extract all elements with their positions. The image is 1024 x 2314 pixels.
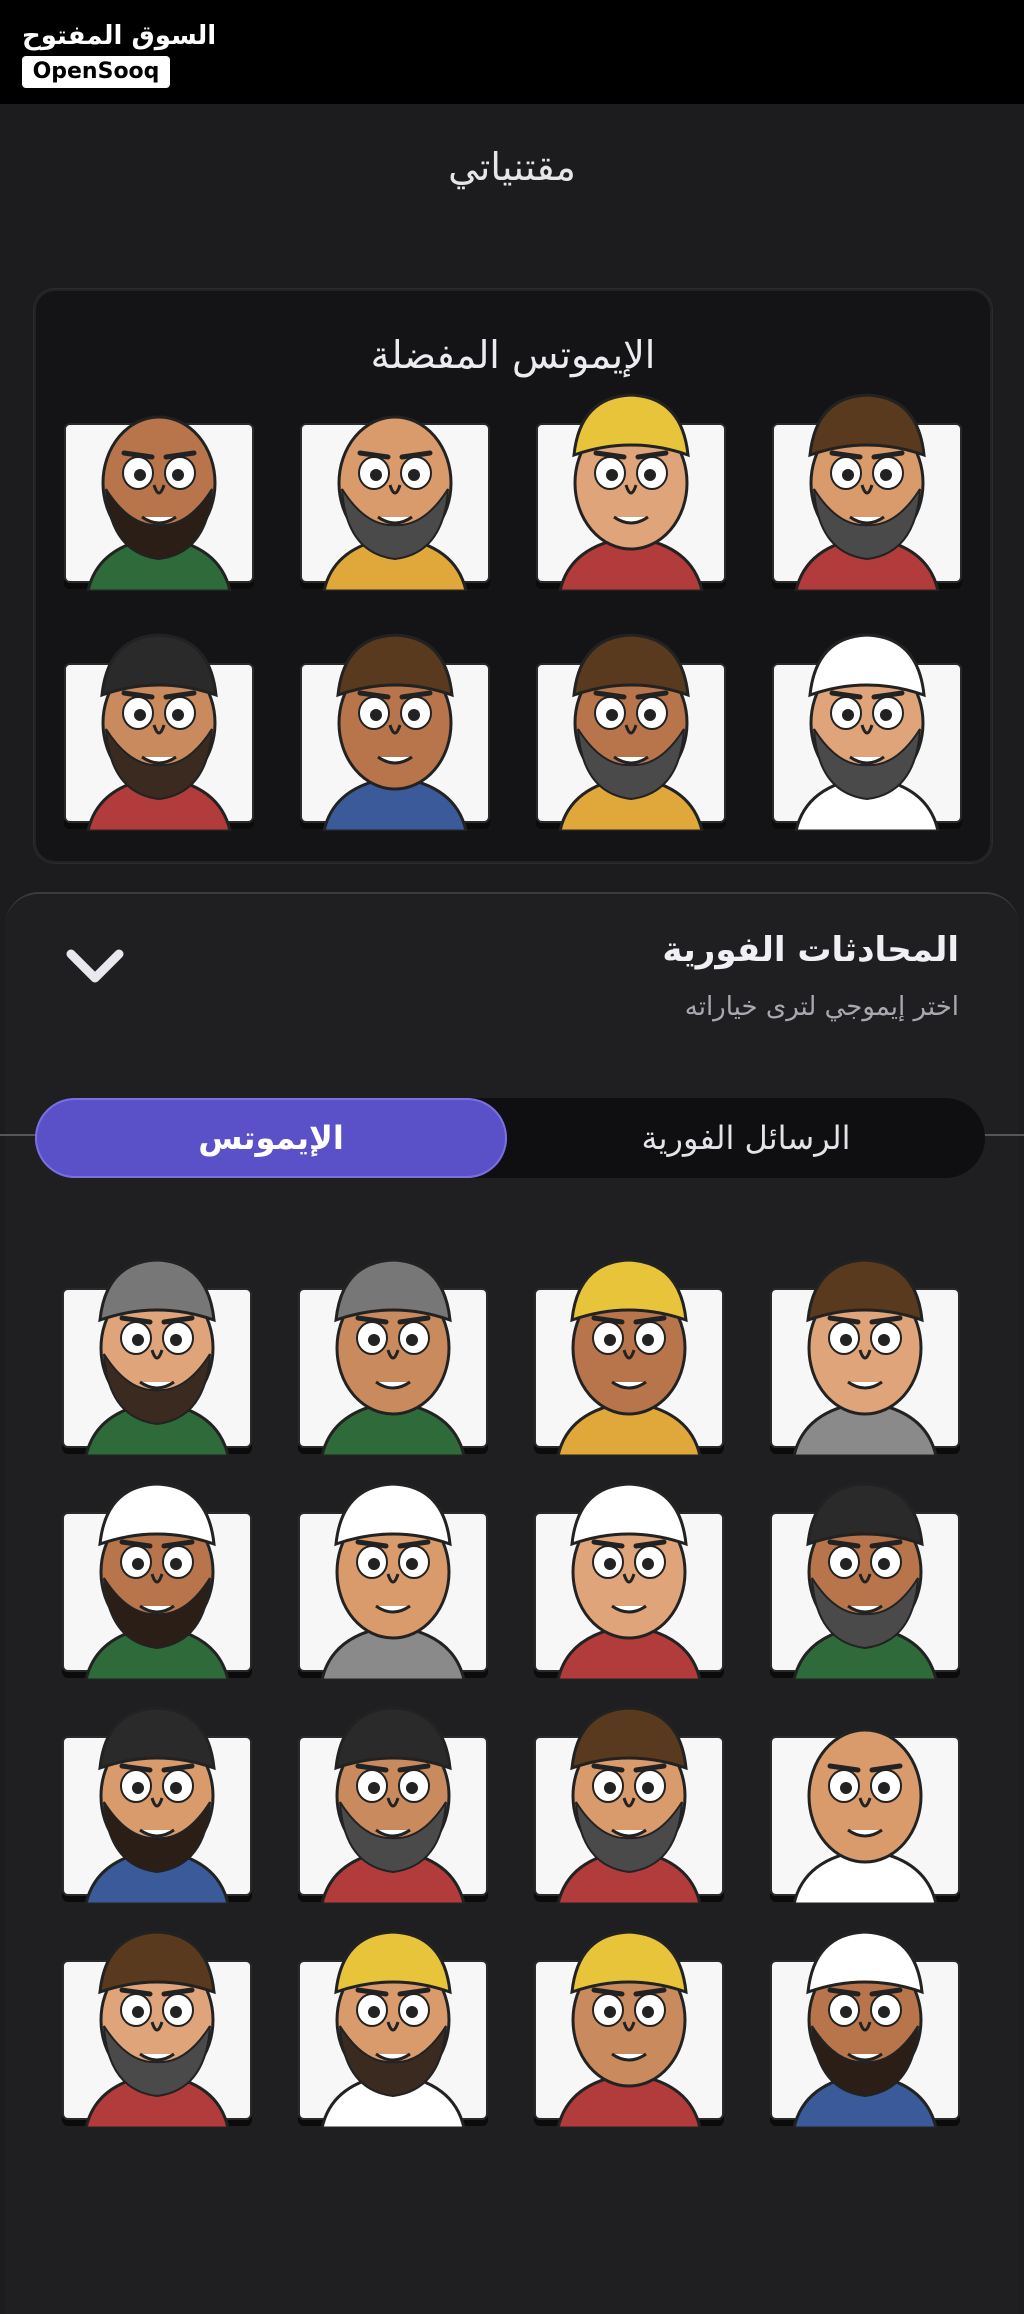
sunglasses-bald-man-icon[interactable] [64, 633, 254, 831]
crying-gulf-man-icon[interactable] [772, 633, 962, 831]
page-title: مقتنياتي [448, 145, 576, 189]
angry-fez-man-icon[interactable] [770, 1482, 960, 1680]
woman-pointing-icon[interactable] [62, 1930, 252, 2128]
megaphone-man-icon[interactable] [536, 633, 726, 831]
sad-gulf-man-icon[interactable] [534, 1930, 724, 2128]
tab-instant-messages[interactable]: الرسائل الفورية [507, 1098, 985, 1178]
favorites-title: الإيموتس المفضلة [370, 333, 656, 377]
tab-switcher: الرسائل الفورية الإيموتس [35, 1098, 985, 1178]
mustache-man-icon[interactable] [300, 415, 490, 591]
tab-emotes[interactable]: الإيموتس [35, 1098, 507, 1178]
green-face-man-icon[interactable] [62, 1258, 252, 1456]
favorites-grid [64, 393, 962, 831]
emoji-grid [62, 1258, 960, 2128]
chevron-down-icon[interactable] [63, 940, 127, 990]
beanie-grin-man-icon[interactable] [62, 1482, 252, 1680]
winking-beanie-man-icon[interactable] [770, 1258, 960, 1456]
thumbs-down-group-icon[interactable] [298, 1930, 488, 2128]
weightlifter-phone-man-icon[interactable] [770, 1728, 960, 1904]
officer-man-icon[interactable] [298, 1706, 488, 1904]
worried-pray-man-icon[interactable] [534, 1482, 724, 1680]
logo-english-text: OpenSooq [22, 56, 170, 88]
shocked-woman-icon[interactable] [62, 1706, 252, 1904]
logo-arabic-text: السوق المفتوح [22, 21, 217, 51]
favorites-card: الإيموتس المفضلة [33, 288, 993, 864]
sheet-title: المحادثات الفورية [662, 930, 959, 970]
flag-hand-icon[interactable] [298, 1258, 488, 1456]
sheet-subtitle: اختر إيموجي لترى خياراته [684, 992, 959, 1022]
nervous-headband-man-icon[interactable] [534, 1706, 724, 1904]
opensooq-logo[interactable]: السوق المفتوح OpenSooq [22, 20, 217, 88]
top-bar: السوق المفتوح OpenSooq [0, 0, 1024, 104]
woman-phone-icon[interactable] [300, 633, 490, 831]
facepalm-jester-icon[interactable] [770, 1930, 960, 2128]
jester-icon[interactable] [64, 415, 254, 591]
tank-top-man-icon[interactable] [772, 393, 962, 591]
heart-eyes-woman-icon[interactable] [536, 393, 726, 591]
laughing-pointing-man-icon[interactable] [534, 1258, 724, 1456]
phone-call-icon[interactable] [298, 1482, 488, 1680]
